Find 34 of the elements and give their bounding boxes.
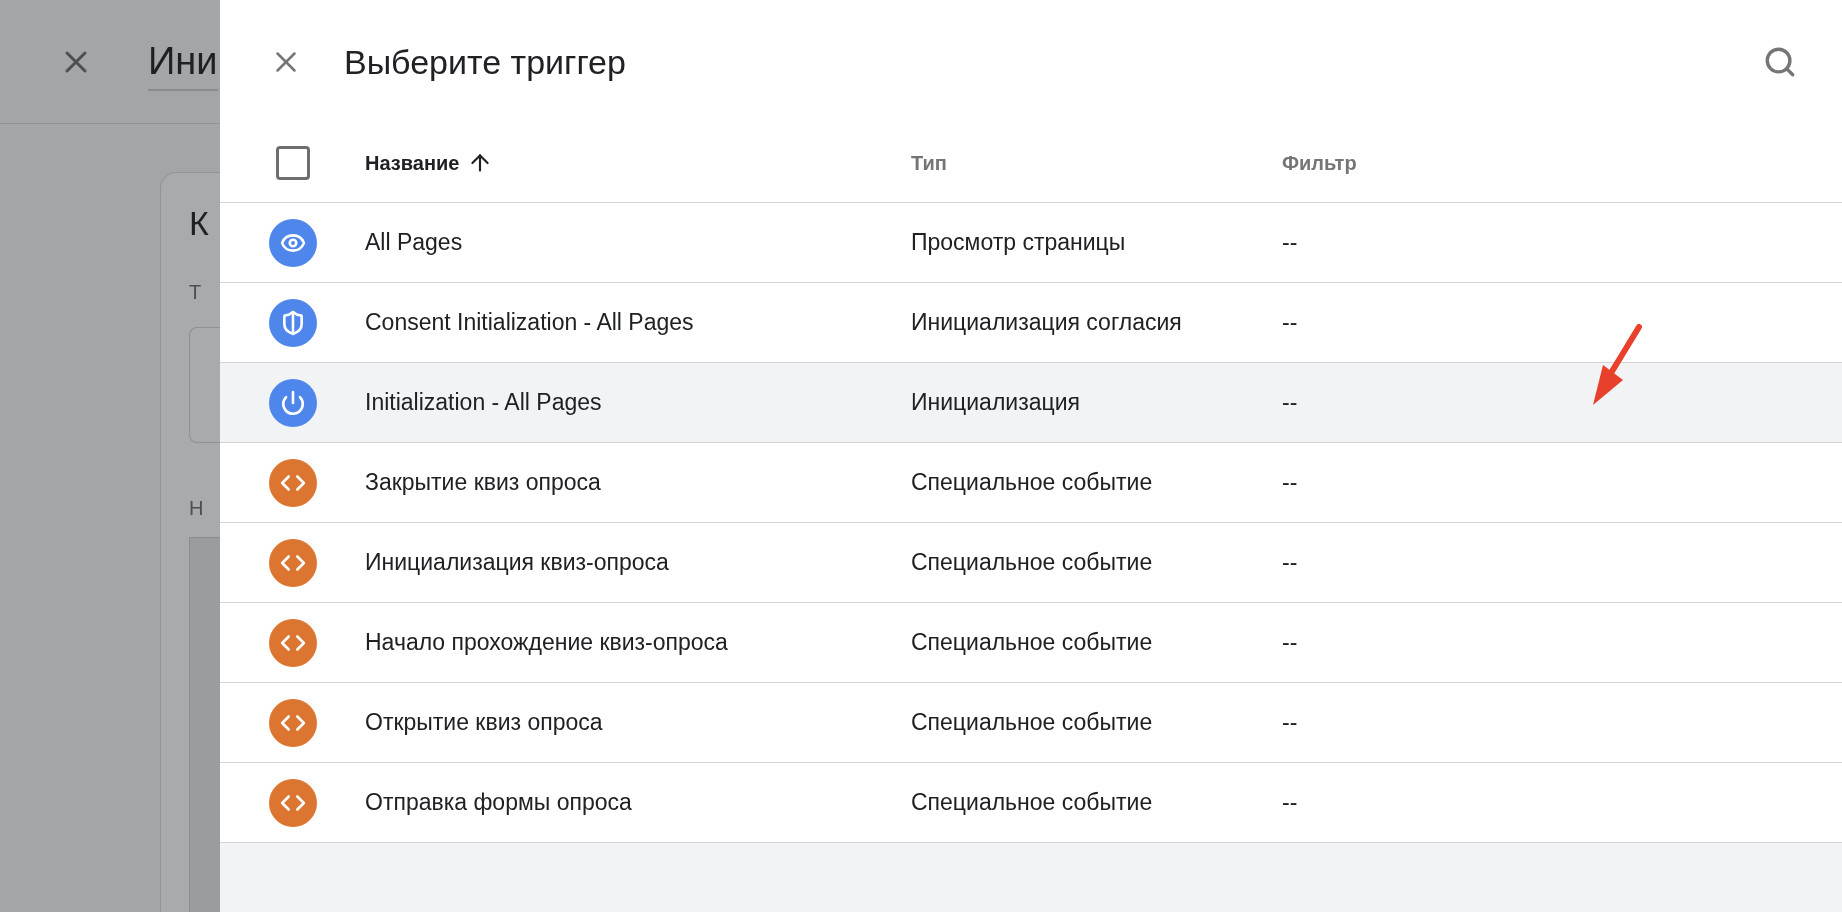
trigger-name: Закрытие квиз опроса <box>365 469 601 496</box>
trigger-name: Отправка формы опроса <box>365 789 632 816</box>
trigger-type: Просмотр страницы <box>911 229 1126 256</box>
trigger-filter: -- <box>1282 709 1298 736</box>
column-header[interactable]: Фильтр <box>1282 148 1357 178</box>
trigger-type: Инициализация согласия <box>911 309 1182 336</box>
page-title: Ини <box>148 32 218 91</box>
trigger-name: Инициализация квиз-опроса <box>365 549 669 576</box>
trigger-name: Начало прохождение квиз-опроса <box>365 629 728 656</box>
trigger-type: Специальное событие <box>911 629 1153 656</box>
trigger-name: Открытие квиз опроса <box>365 709 603 736</box>
trigger-name: All Pages <box>365 229 463 256</box>
trigger-filter: -- <box>1282 309 1298 336</box>
trigger-filter: -- <box>1282 629 1298 656</box>
trigger-filter: -- <box>1282 389 1298 416</box>
card-title: К <box>189 203 210 243</box>
trigger-type: Специальное событие <box>911 469 1153 496</box>
trigger-name: Consent Initialization - All Pages <box>365 309 694 336</box>
trigger-type: Специальное событие <box>911 709 1153 736</box>
column-header[interactable]: Тип <box>911 148 947 178</box>
trigger-filter: -- <box>1282 229 1298 256</box>
trigger-filter: -- <box>1282 469 1298 496</box>
column-header[interactable]: Название <box>365 148 460 178</box>
panel-title: Выберите триггер <box>344 41 626 83</box>
field-label: Т <box>189 280 203 305</box>
table-row[interactable]: Initialization - All Pages Инициализация -- <box>220 363 1842 443</box>
section-label: Н <box>189 496 205 521</box>
select-all-checkbox[interactable] <box>275 146 310 180</box>
trigger-type: Специальное событие <box>911 789 1153 816</box>
trigger-filter: -- <box>1282 549 1298 576</box>
trigger-type: Инициализация <box>911 389 1080 416</box>
trigger-type: Специальное событие <box>911 549 1153 576</box>
trigger-name: Initialization - All Pages <box>365 389 602 416</box>
trigger-filter: -- <box>1282 789 1298 816</box>
